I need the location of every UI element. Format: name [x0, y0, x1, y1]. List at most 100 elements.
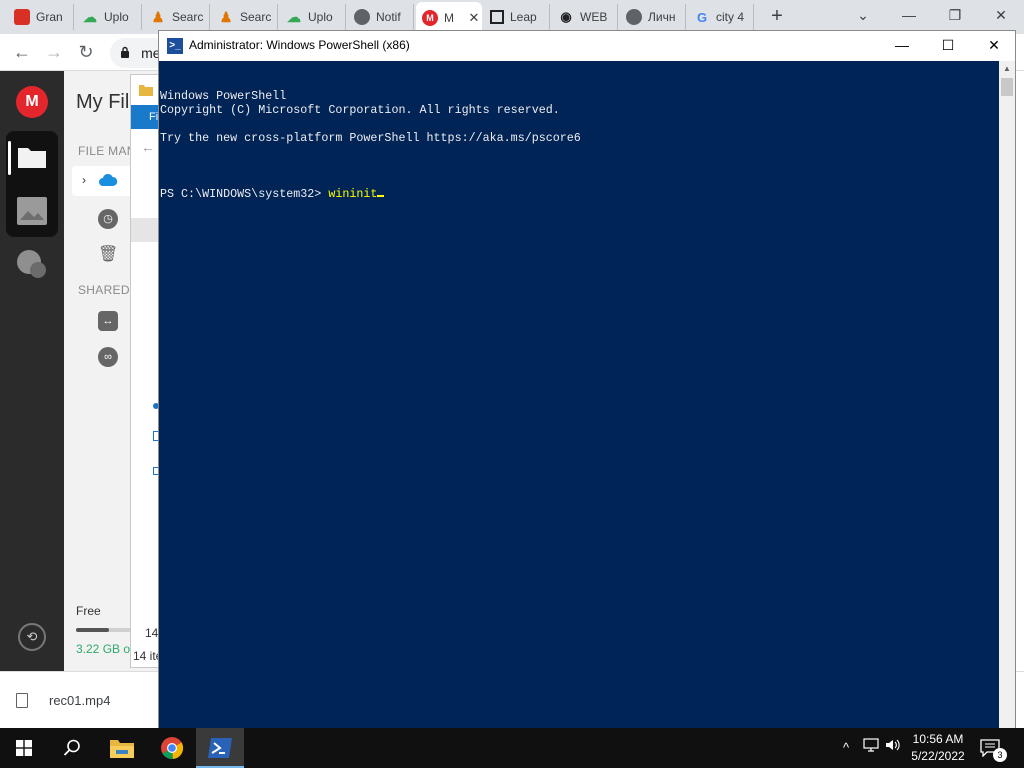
tab-label: Searc — [172, 10, 204, 24]
tab-label: Личн — [648, 10, 676, 24]
powershell-icon: >_ — [167, 38, 183, 54]
chrome-icon — [161, 737, 184, 760]
console-output-line — [160, 145, 998, 159]
notification-count-badge: 3 — [993, 748, 1007, 762]
powershell-maximize-button[interactable]: ☐ — [925, 31, 971, 61]
cloud-drive-folder-icon[interactable] — [16, 141, 48, 173]
powershell-window[interactable]: >_ Administrator: Windows PowerShell (x8… — [158, 30, 1016, 728]
globe-icon — [626, 9, 642, 25]
browser-tab[interactable]: Gcity 4 — [688, 4, 754, 30]
person-icon: ♟ — [151, 8, 165, 25]
browser-tab[interactable]: Личн — [620, 4, 686, 30]
reload-button[interactable]: ↻ — [72, 39, 100, 67]
explorer-item-count: 14 — [145, 626, 159, 640]
tab-label: M — [444, 11, 454, 25]
upload-cloud-icon: ☁ — [287, 8, 301, 25]
browser-tab[interactable]: ♟ Searc — [144, 4, 210, 30]
powershell-taskbar-button[interactable] — [196, 728, 244, 768]
shared-heading: SHARED — [78, 283, 130, 297]
tab-label: Notif — [376, 10, 401, 24]
clock-icon[interactable]: ◷ — [98, 209, 118, 229]
scrollbar-thumb[interactable] — [1001, 78, 1013, 96]
network-icon[interactable] — [862, 738, 880, 758]
explorer-back-button[interactable]: ← — [141, 139, 155, 155]
browser-tab[interactable]: ♟ Searc — [212, 4, 278, 30]
browser-tab-strip: Gran ☁ Uplo ♟ Searc ♟ Searc ☁ Uplo Notif M M ✕ Leap ◉ W… — [0, 0, 1024, 34]
mega-icon: M — [422, 10, 438, 26]
lock-icon[interactable] — [120, 46, 133, 61]
tab-label: Gran — [36, 10, 63, 24]
clock-time: 10:56 AM — [912, 732, 964, 746]
browser-minimize-button[interactable]: — — [886, 0, 932, 30]
prompt-text: PS C:\WINDOWS\system32> — [160, 187, 329, 201]
app-rail: M ⟲ — [0, 71, 64, 671]
console-output-line: Copyright (C) Microsoft Corporation. All… — [160, 103, 560, 117]
powershell-minimize-button[interactable]: — — [879, 31, 925, 61]
forward-button[interactable]: → — [40, 39, 68, 67]
folder-icon — [110, 740, 134, 758]
globe-icon — [354, 9, 370, 25]
sync-icon[interactable]: ⟲ — [18, 623, 46, 651]
powershell-titlebar[interactable]: >_ Administrator: Windows PowerShell (x8… — [159, 31, 1015, 61]
upload-cloud-icon: ☁ — [83, 8, 97, 25]
cloud-icon — [98, 173, 118, 192]
powershell-scrollbar[interactable]: ▲ — [999, 61, 1015, 728]
tab-label: WEB — [580, 10, 608, 24]
desktop: { "browser": { "tabs": [ {"label": "Gran… — [0, 0, 1024, 768]
person-icon: ♟ — [219, 8, 233, 25]
red-app-icon — [14, 9, 30, 25]
file-manager-heading: FILE MAN — [78, 144, 136, 158]
scroll-up-arrow-icon[interactable]: ▲ — [999, 61, 1015, 77]
windows-icon — [16, 740, 32, 756]
browser-close-button[interactable]: ✕ — [978, 0, 1024, 30]
tab-label: city 4 — [716, 10, 745, 24]
clock-date: 5/22/2022 — [911, 749, 965, 763]
powershell-icon — [208, 738, 232, 758]
new-tab-button[interactable]: + — [765, 5, 789, 29]
trash-icon[interactable]: 🗑 — [98, 245, 118, 265]
explorer-folder-icon — [139, 83, 153, 101]
command-input[interactable]: wininit — [328, 187, 377, 201]
file-explorer-taskbar-button[interactable] — [98, 728, 146, 768]
incoming-shares-icon[interactable]: ↔ — [98, 311, 118, 331]
chevron-right-icon[interactable]: › — [82, 173, 86, 187]
tab-label: Searc — [240, 10, 272, 24]
powershell-console[interactable]: Windows PowerShell Copyright (C) Microsof… — [159, 61, 999, 728]
browser-tab[interactable]: Gran — [8, 4, 74, 30]
browser-tab[interactable]: ☁ Uplo — [76, 4, 142, 30]
taskbar-clock[interactable]: 10:56 AM 5/22/2022 — [900, 731, 976, 765]
google-icon: G — [696, 9, 708, 25]
tray-chevron-up-icon[interactable]: ^ — [838, 738, 854, 758]
powershell-close-button[interactable]: ✕ — [971, 31, 1017, 61]
browser-tab[interactable]: Leap — [484, 4, 550, 30]
page-title: My Fil — [76, 91, 130, 113]
start-button[interactable] — [0, 728, 48, 768]
storage-free-label: Free — [76, 604, 101, 618]
browser-restore-button[interactable]: ❐ — [932, 0, 978, 30]
eye-icon: ◉ — [560, 9, 572, 24]
taskbar-search-button[interactable] — [48, 728, 96, 768]
links-icon[interactable]: ∞ — [98, 347, 118, 367]
tab-close-icon[interactable]: ✕ — [466, 10, 482, 26]
download-item-name[interactable]: rec01.mp4 — [49, 693, 110, 708]
mega-logo[interactable]: M — [16, 86, 48, 118]
browser-tab[interactable]: Notif — [348, 4, 414, 30]
powershell-window-title: Administrator: Windows PowerShell (x86) — [189, 38, 410, 52]
storage-progress-bar — [76, 628, 136, 632]
back-button[interactable]: ← — [8, 39, 36, 67]
file-icon — [16, 693, 28, 708]
console-output-line: Try the new cross-platform PowerShell ht… — [160, 131, 581, 145]
library-icon — [490, 10, 504, 24]
chrome-taskbar-button[interactable] — [148, 728, 196, 768]
photos-icon[interactable] — [16, 195, 48, 227]
console-output-line: Windows PowerShell — [160, 89, 287, 103]
browser-tab[interactable]: ◉ WEB — [552, 4, 618, 30]
tab-search-dropdown-icon[interactable]: ⌄ — [840, 0, 886, 30]
browser-tab[interactable]: ☁ Uplo — [280, 4, 346, 30]
text-cursor — [377, 195, 385, 197]
tab-label: Leap — [510, 10, 537, 24]
prompt-line: PS C:\WINDOWS\system32> wininit — [160, 187, 998, 201]
storage-used-text: 3.22 GB o — [76, 642, 131, 656]
console-output-line — [160, 117, 998, 131]
chat-icon[interactable] — [16, 249, 48, 281]
